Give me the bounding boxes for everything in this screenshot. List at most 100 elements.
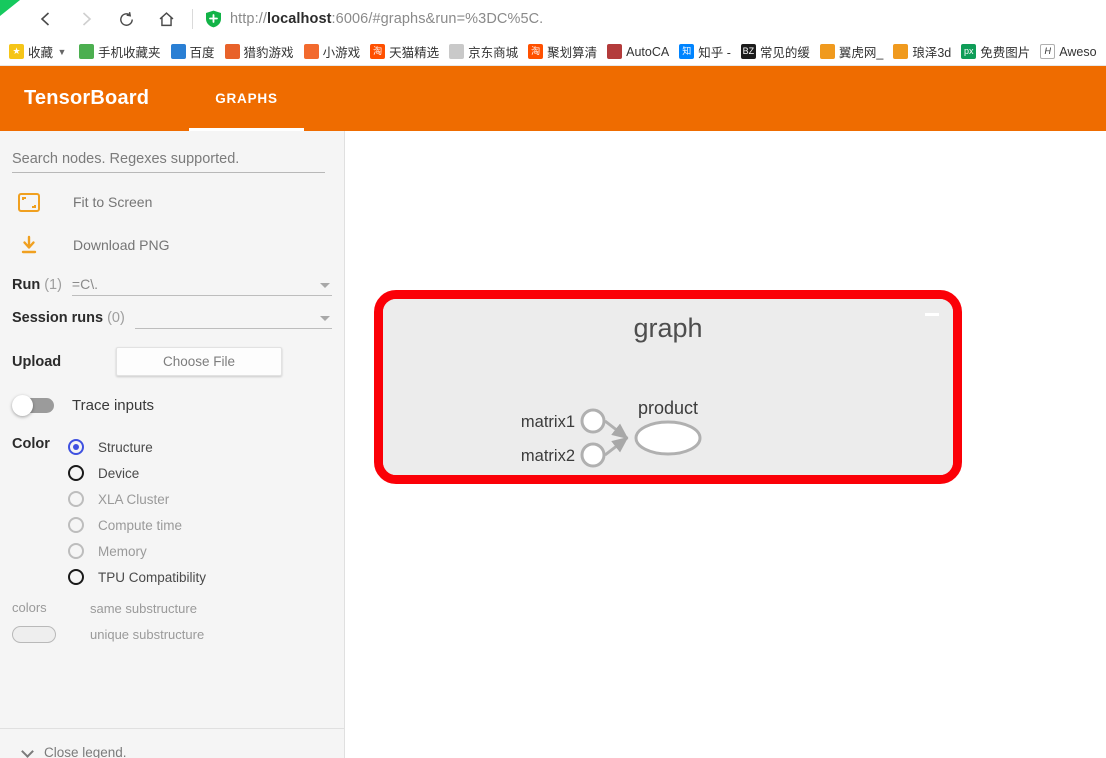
- langze-icon: [893, 44, 909, 59]
- bookmark-label: 天猫精选: [389, 46, 440, 60]
- script-h-icon: H: [1040, 44, 1056, 59]
- zhihu-icon: 知: [679, 44, 695, 59]
- graph-scope-card[interactable]: graph matrix1 matrix2 product: [374, 290, 962, 484]
- color-option-tpu-compatibility[interactable]: TPU Compatibility: [68, 564, 332, 590]
- bookmark-item[interactable]: 小游戏: [299, 40, 366, 64]
- toolbar-divider: [192, 9, 193, 29]
- bookmark-label: 知乎 -: [698, 46, 731, 60]
- tensorboard-header: TensorBoard GRAPHS: [0, 66, 1106, 131]
- bookmark-chevron-down-icon[interactable]: ▼: [55, 47, 69, 57]
- bookmark-label: 手机收藏夹: [98, 46, 161, 60]
- cheetah-icon: [224, 44, 240, 59]
- color-option-label: Device: [98, 465, 140, 481]
- download-png-button[interactable]: Download PNG: [12, 227, 332, 263]
- session-runs-field[interactable]: [134, 307, 332, 329]
- session-runs-label: Session runs (0): [12, 310, 125, 326]
- url-host: localhost: [266, 11, 332, 27]
- bookmark-item[interactable]: ★ 收藏 ▼: [4, 40, 74, 64]
- upload-label: Upload: [12, 353, 62, 370]
- graph-node-matrix2[interactable]: [580, 442, 606, 468]
- star-add-icon: ★: [9, 44, 24, 59]
- graph-node-label: matrix2: [521, 447, 575, 465]
- bookmark-label: 常见的缓: [759, 46, 810, 60]
- bookmark-label: 聚划算清: [547, 46, 598, 60]
- toggle-knob: [12, 395, 33, 416]
- bookmark-item[interactable]: H Aweso: [1035, 40, 1101, 64]
- radio-button[interactable]: [68, 439, 84, 455]
- taobao-icon: 淘: [370, 44, 386, 59]
- bookmark-item[interactable]: 淘天猫精选: [365, 40, 444, 64]
- trace-inputs-row[interactable]: Trace inputs: [12, 395, 332, 416]
- bookmark-item[interactable]: 淘聚划算清: [523, 40, 602, 64]
- bookmark-item[interactable]: AutoCA: [602, 40, 674, 64]
- graph-canvas[interactable]: graph matrix1matrix2product https://blog…: [345, 131, 1106, 758]
- colors-legend-label-cell: colors: [12, 599, 68, 617]
- reload-icon[interactable]: [106, 3, 146, 35]
- color-option-label: XLA Cluster: [98, 491, 170, 507]
- graph-node-matrix1[interactable]: [580, 408, 606, 434]
- bookmark-item[interactable]: 翼虎网_: [815, 40, 888, 64]
- home-icon[interactable]: [146, 3, 186, 35]
- bookmarks-bar: ★ 收藏 ▼ 手机收藏夹 百度 猎豹游戏 小游戏淘天猫精选 京东商城淘聚划算清 AutoCA 知知…: [0, 38, 1106, 66]
- colors-legend-label: colors: [12, 600, 47, 615]
- choose-file-button[interactable]: Choose File: [116, 347, 282, 376]
- upload-row: Upload Choose File: [12, 347, 332, 376]
- close-legend-button[interactable]: Close legend.: [12, 743, 332, 758]
- radio-button[interactable]: [68, 569, 84, 585]
- unique-substructure-swatch-cell: [12, 626, 68, 643]
- bookmark-label: 收藏: [28, 46, 54, 60]
- bookmark-item[interactable]: BZ 常见的缓: [736, 40, 815, 64]
- tensorboard-body: Fit to Screen Download PNG Run(1) =C\.: [0, 131, 1106, 758]
- run-selector[interactable]: Run (1) =C\.: [12, 274, 332, 296]
- bookmark-item[interactable]: 京东商城: [444, 40, 523, 64]
- search-input[interactable]: [12, 149, 325, 173]
- graph-edge: [604, 436, 629, 457]
- color-option-device[interactable]: Device: [68, 460, 332, 486]
- bookmark-item[interactable]: 琅泽3d: [888, 40, 956, 64]
- back-arrow-icon[interactable]: [26, 3, 66, 35]
- radio-button: [68, 517, 84, 533]
- unique-substructure-swatch: [12, 626, 56, 643]
- color-option-compute-time: Compute time: [68, 512, 332, 538]
- radio-button: [68, 543, 84, 559]
- tensorboard-tabs: GRAPHS: [189, 66, 304, 131]
- yihu-icon: [819, 44, 835, 59]
- bookmark-label: 琅泽3d: [912, 46, 952, 60]
- radio-button[interactable]: [68, 465, 84, 481]
- bookmark-item[interactable]: 百度: [166, 40, 220, 64]
- graph-node-product[interactable]: [634, 420, 702, 456]
- bookmark-item[interactable]: 手机收藏夹: [74, 40, 166, 64]
- url-scheme: http://: [230, 11, 267, 27]
- color-option-memory: Memory: [68, 538, 332, 564]
- run-label: Run (1): [12, 277, 62, 293]
- tensorboard-logo: TensorBoard: [24, 87, 150, 109]
- trace-inputs-toggle[interactable]: [12, 395, 56, 416]
- legend-footer: Close legend. Graph (* = expandable): [0, 728, 344, 758]
- run-field[interactable]: =C\.: [71, 274, 332, 296]
- run-chevron-down-icon[interactable]: [320, 283, 330, 288]
- bookmark-label: 免费图片: [980, 46, 1031, 60]
- fit-to-screen-button[interactable]: Fit to Screen: [12, 184, 332, 220]
- fit-to-screen-icon: [12, 192, 46, 212]
- bookmark-item[interactable]: 知知乎 -: [674, 40, 736, 64]
- bookmark-label: Aweso: [1059, 44, 1097, 59]
- color-option-xla-cluster: XLA Cluster: [68, 486, 332, 512]
- address-bar[interactable]: http://localhost:6006/#graphs&run=%3DC%5…: [230, 11, 543, 27]
- session-runs-selector[interactable]: Session runs (0): [12, 307, 332, 329]
- bookmark-label: 京东商城: [468, 46, 519, 60]
- forward-arrow-icon[interactable]: [66, 3, 106, 35]
- radio-button: [68, 491, 84, 507]
- bookmark-item[interactable]: 猎豹游戏: [220, 40, 299, 64]
- color-option-structure[interactable]: Structure: [68, 434, 332, 460]
- color-option-label: TPU Compatibility: [98, 569, 207, 585]
- green-shield-plus-icon: [205, 10, 222, 28]
- tab-graphs[interactable]: GRAPHS: [189, 66, 304, 131]
- run-count: (1): [44, 277, 62, 293]
- graph-node-label: matrix1: [521, 413, 575, 431]
- session-runs-chevron-down-icon[interactable]: [320, 316, 330, 321]
- bookmark-item[interactable]: px 免费图片: [956, 40, 1035, 64]
- color-label: Color: [12, 436, 50, 452]
- baidu-icon: [170, 44, 186, 59]
- color-option-label: Compute time: [98, 517, 183, 533]
- graph-scope-card-inner: graph matrix1 matrix2 product: [383, 299, 953, 475]
